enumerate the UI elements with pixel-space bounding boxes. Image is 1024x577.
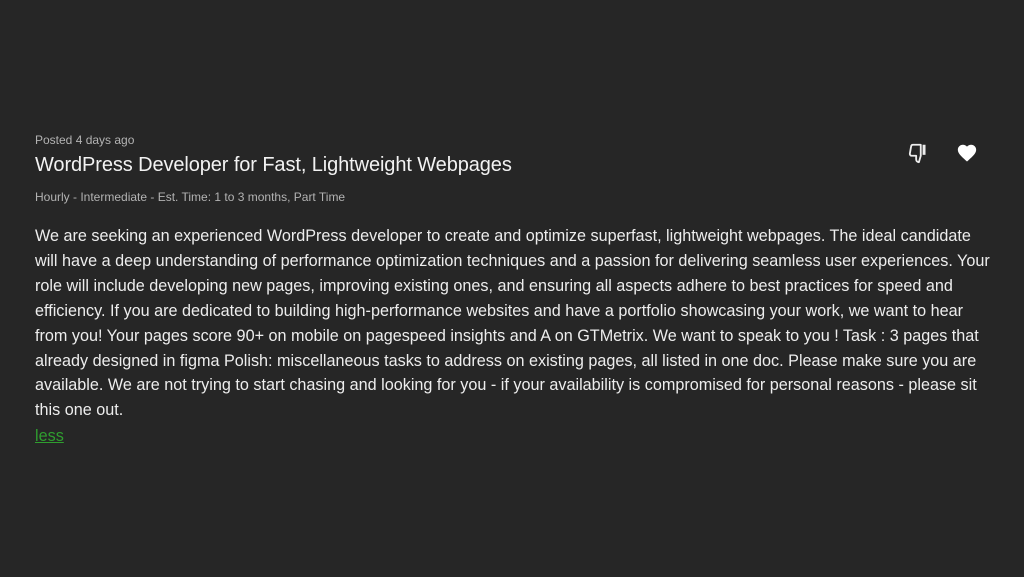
save-job-button[interactable] xyxy=(953,139,981,167)
thumbs-down-icon xyxy=(908,143,926,164)
posted-time: Posted 4 days ago xyxy=(35,133,135,147)
heart-icon xyxy=(957,144,977,162)
job-actions xyxy=(904,139,994,167)
show-less-link[interactable]: less xyxy=(35,424,64,449)
job-description: We are seeking an experienced WordPress … xyxy=(35,227,990,420)
job-meta: Hourly - Intermediate - Est. Time: 1 to … xyxy=(35,190,346,204)
dislike-button[interactable] xyxy=(904,139,932,167)
job-card: Posted 4 days ago WordPress Developer fo… xyxy=(0,0,1024,577)
job-title[interactable]: WordPress Developer for Fast, Lightweigh… xyxy=(35,152,512,178)
